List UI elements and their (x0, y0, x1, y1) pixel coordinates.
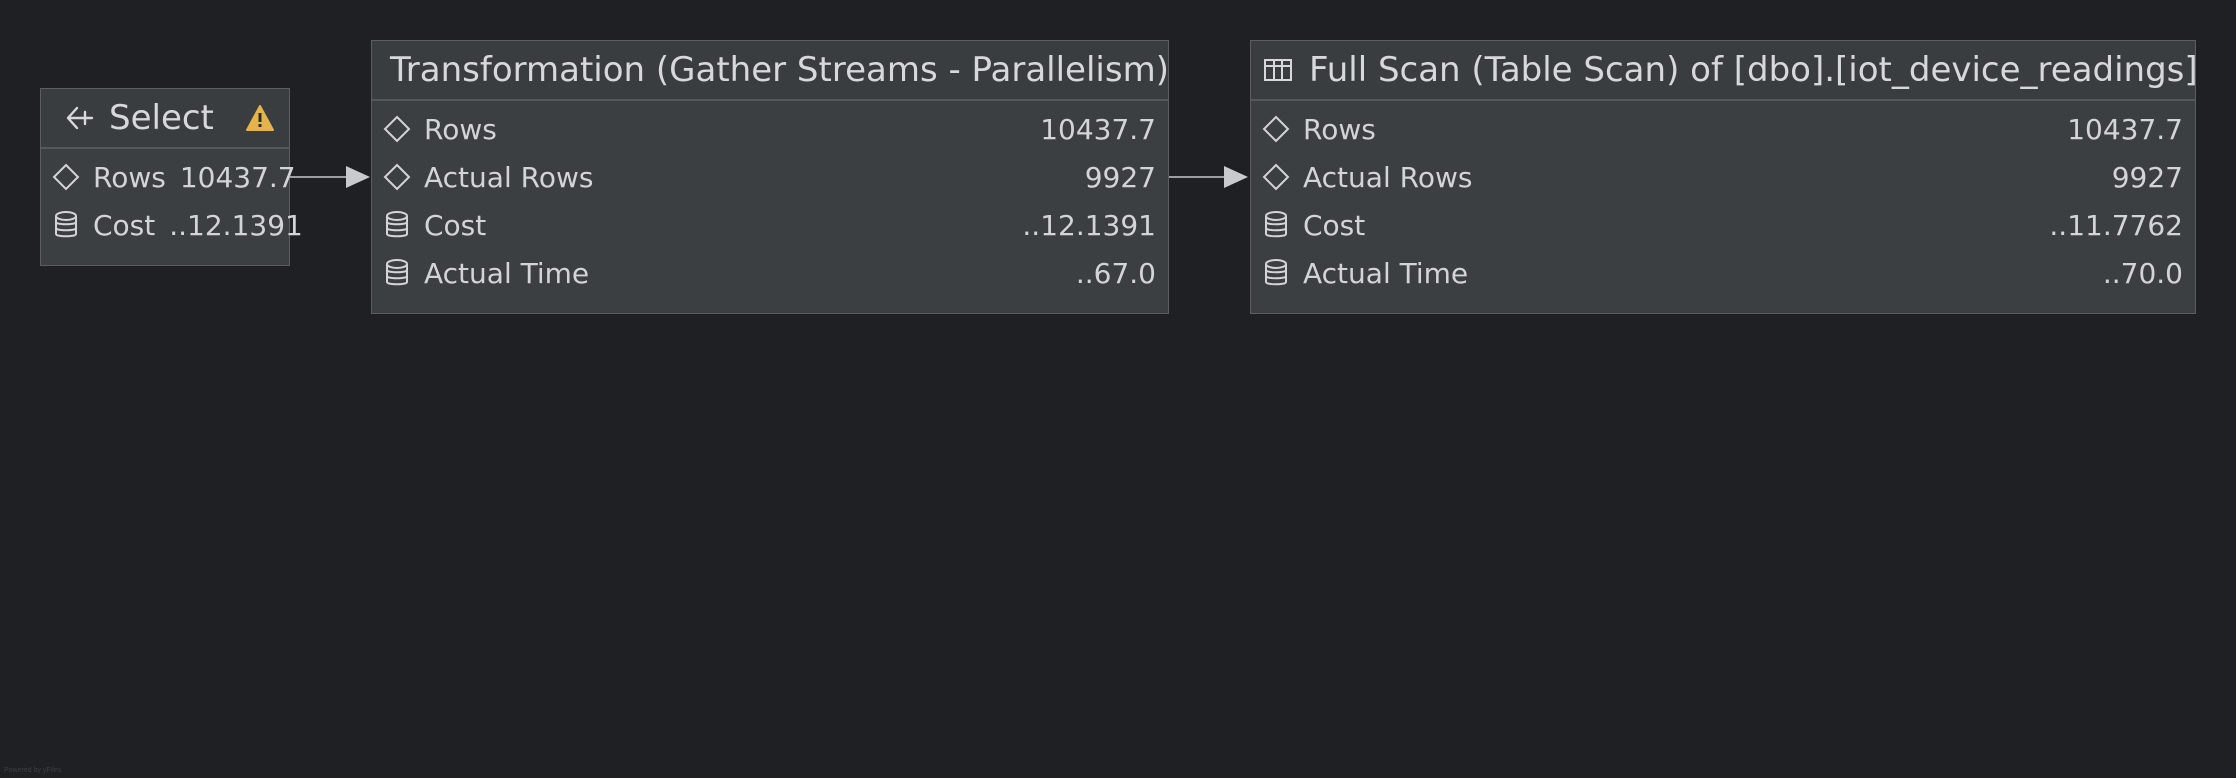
row-value: 10437.7 (2067, 112, 2183, 146)
database-icon (51, 210, 81, 240)
node-header: Transformation (Gather Streams - Paralle… (372, 41, 1169, 101)
node-row-actual-rows: Actual Rows 9927 (372, 153, 1168, 201)
node-row-rows: Rows 10437.7 (372, 105, 1168, 153)
row-label: Cost (424, 208, 487, 242)
row-label: Rows (424, 112, 497, 146)
node-row-actual-time: Actual Time ..67.0 (372, 249, 1168, 297)
row-value: 9927 (1084, 160, 1156, 194)
row-value: ..12.1391 (1022, 208, 1156, 242)
plan-node-gather-streams[interactable]: Transformation (Gather Streams - Paralle… (371, 40, 1169, 314)
row-label: Actual Time (1303, 256, 1469, 290)
diamond-icon (51, 162, 81, 192)
row-value: ..70.0 (2102, 256, 2183, 290)
node-row-cost: Cost ..12.1391 (372, 201, 1168, 249)
row-label: Actual Rows (1303, 160, 1473, 194)
node-title: Transformation (Gather Streams - Paralle… (390, 50, 1169, 90)
footer-credit: Powered by yFiles (4, 767, 62, 774)
warning-icon[interactable] (245, 104, 275, 132)
row-value: ..11.7762 (2049, 208, 2183, 242)
node-header: Full Scan (Table Scan) of [dbo].[iot_dev… (1251, 41, 2198, 101)
diamond-icon (1261, 162, 1291, 192)
diamond-icon (382, 162, 412, 192)
node-title: Select (109, 98, 214, 138)
row-value: ..67.0 (1075, 256, 1156, 290)
row-label: Cost (93, 208, 156, 242)
row-value: 10437.7 (1040, 112, 1156, 146)
node-row-cost: Cost ..11.7762 (1251, 201, 2195, 249)
row-label: Actual Rows (424, 160, 594, 194)
row-value: 9927 (2111, 160, 2183, 194)
database-icon (1261, 258, 1291, 288)
table-icon (1261, 53, 1295, 87)
row-label: Cost (1303, 208, 1366, 242)
node-row-rows: Rows 10437.7 (1251, 105, 2195, 153)
arrow-left-icon (63, 101, 97, 135)
row-value: 10437.7 (179, 160, 296, 194)
row-label: Actual Time (424, 256, 590, 290)
plan-node-table-scan[interactable]: Full Scan (Table Scan) of [dbo].[iot_dev… (1250, 40, 2198, 314)
edge-gather-to-select (290, 166, 370, 188)
edge-scan-to-gather (1168, 166, 1248, 188)
node-header: Select (41, 89, 289, 149)
row-label: Rows (93, 160, 166, 194)
plan-node-select[interactable]: Select Rows 10437.7 Cost ..12.1391 (40, 88, 303, 266)
node-row-actual-time: Actual Time ..70.0 (1251, 249, 2195, 297)
node-row-cost: Cost ..12.1391 (41, 201, 303, 249)
diamond-icon (1261, 114, 1291, 144)
database-icon (382, 258, 412, 288)
database-icon (382, 210, 412, 240)
node-row-actual-rows: Actual Rows 9927 (1251, 153, 2195, 201)
row-label: Rows (1303, 112, 1376, 146)
node-title: Full Scan (Table Scan) of [dbo].[iot_dev… (1309, 50, 2198, 90)
database-icon (1261, 210, 1291, 240)
node-row-rows: Rows 10437.7 (41, 153, 296, 201)
diamond-icon (382, 114, 412, 144)
row-value: ..12.1391 (169, 208, 303, 242)
